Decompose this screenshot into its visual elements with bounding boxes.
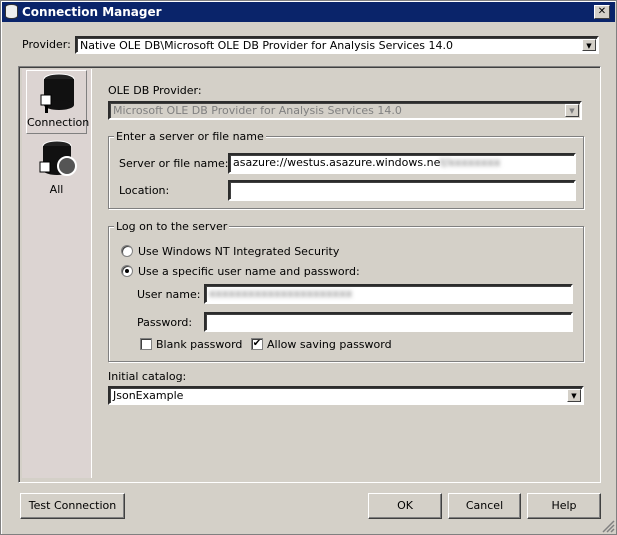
server-redacted: t/xxxxxxxx xyxy=(440,156,501,169)
specific-user-label[interactable]: Use a specific user name and password: xyxy=(138,265,360,278)
resize-grip-icon[interactable] xyxy=(601,519,615,533)
checkmark-icon: ✔ xyxy=(252,338,262,349)
location-label: Location: xyxy=(119,184,170,197)
username-value: xxxxxxxxxxxxxxxxxxxxxx xyxy=(209,287,353,300)
ole-db-provider-label: OLE DB Provider: xyxy=(108,84,202,97)
help-button[interactable]: Help xyxy=(527,493,601,519)
server-label: Server or file name: xyxy=(119,157,229,170)
allow-saving-checkbox[interactable]: ✔ xyxy=(251,338,263,350)
provider-value: Native OLE DB\Microsoft OLE DB Provider … xyxy=(80,39,453,52)
chevron-down-icon[interactable]: ▼ xyxy=(567,389,581,402)
sidebar-item-all[interactable]: All xyxy=(26,138,87,202)
ole-db-provider-select: Microsoft OLE DB Provider for Analysis S… xyxy=(108,101,582,120)
provider-select[interactable]: Native OLE DB\Microsoft OLE DB Provider … xyxy=(75,36,599,54)
database-wrench-icon xyxy=(39,140,77,176)
ok-button[interactable]: OK xyxy=(368,493,442,519)
title-bar: Connection Manager xyxy=(2,2,615,22)
windows-auth-radio[interactable] xyxy=(121,245,133,257)
database-icon xyxy=(5,4,18,19)
server-input[interactable]: asazure://westus.asazure.windows.net/xxx… xyxy=(228,153,576,174)
server-value: asazure://westus.asazure.windows.ne xyxy=(233,156,441,169)
sidebar-item-label: Connection xyxy=(27,116,90,129)
allow-saving-label[interactable]: Allow saving password xyxy=(267,338,392,351)
provider-label: Provider: xyxy=(22,38,71,51)
test-connection-button[interactable]: Test Connection xyxy=(20,493,125,519)
specific-user-radio[interactable] xyxy=(121,265,133,277)
database-plug-icon xyxy=(40,73,74,113)
window-title: Connection Manager xyxy=(22,5,162,19)
chevron-down-icon[interactable]: ▼ xyxy=(582,39,596,51)
sidebar-item-connection[interactable]: Connection xyxy=(26,70,90,134)
close-button[interactable]: ✕ xyxy=(594,5,610,19)
chevron-down-icon: ▼ xyxy=(565,104,579,117)
blank-password-checkbox[interactable] xyxy=(140,338,152,350)
cancel-button[interactable]: Cancel xyxy=(448,493,521,519)
windows-auth-label[interactable]: Use Windows NT Integrated Security xyxy=(138,245,339,258)
initial-catalog-label: Initial catalog: xyxy=(108,370,187,383)
password-input[interactable] xyxy=(204,312,573,332)
username-input[interactable]: xxxxxxxxxxxxxxxxxxxxxx xyxy=(204,284,573,304)
location-input[interactable] xyxy=(228,180,576,201)
username-label: User name: xyxy=(137,288,201,301)
initial-catalog-select[interactable]: JsonExample ▼ xyxy=(108,386,584,405)
password-label: Password: xyxy=(137,316,193,329)
ole-db-provider-value: Microsoft OLE DB Provider for Analysis S… xyxy=(113,104,402,117)
logon-group-title: Log on to the server xyxy=(114,220,230,233)
blank-password-label[interactable]: Blank password xyxy=(156,338,242,351)
initial-catalog-value: JsonExample xyxy=(113,389,184,402)
sidebar-item-label: All xyxy=(49,183,64,196)
server-group-title: Enter a server or file name xyxy=(114,130,266,143)
